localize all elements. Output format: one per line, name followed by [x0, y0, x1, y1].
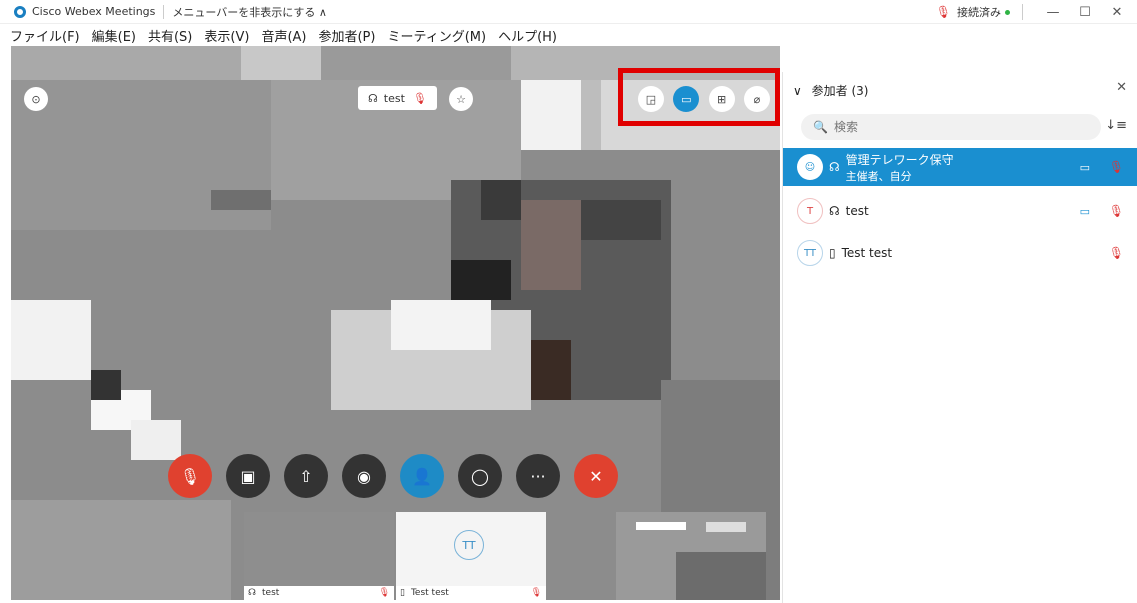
participants-icon: 👤 — [412, 466, 432, 486]
mic-muted-icon: 🎙 — [935, 5, 951, 19]
mic-muted-icon: 🎙 — [1108, 160, 1124, 174]
leave-button[interactable]: ✕ — [574, 454, 618, 498]
info-button[interactable]: ⊙ — [24, 87, 48, 111]
video-button[interactable]: ▣ — [226, 454, 270, 498]
speaker-name: test — [383, 91, 405, 105]
main-video[interactable]: ☊ test 🎙 TT ▯ Test test 🎙 — [11, 80, 780, 600]
mic-muted-icon: 🎙 — [1108, 204, 1124, 218]
webex-logo-icon — [14, 5, 26, 18]
avatar: TT — [454, 530, 484, 560]
share-icon: ⇧ — [299, 466, 313, 486]
thumb-label-test-test: ▯ Test test 🎙 — [396, 586, 546, 600]
app-title: Cisco Webex Meetings — [32, 5, 156, 18]
mic-muted-icon: 🎙 — [1108, 246, 1124, 260]
record-icon: ◉ — [357, 466, 371, 486]
meeting-controls: 🎙 ▣ ⇧ ◉ 👤 ◯ ··· ✕ — [168, 454, 632, 498]
menu-bar: ファイル(F) 編集(E) 共有(S) 表示(V) 音声(A) 参加者(P) ミ… — [0, 24, 1137, 46]
thumb-name-test-test: Test test — [410, 588, 449, 598]
menu-meeting[interactable]: ミーティング(M) — [387, 26, 486, 45]
participant-name: 管理テレワーク保守 — [845, 152, 954, 167]
mute-button[interactable]: 🎙 — [168, 454, 212, 498]
minimize-button[interactable]: — — [1041, 5, 1065, 20]
menu-share[interactable]: 共有(S) — [148, 26, 192, 45]
close-panel-button[interactable]: ✕ — [1116, 80, 1127, 95]
more-icon: ··· — [530, 466, 546, 486]
panel-title: 参加者 (3) — [811, 84, 869, 98]
search-icon: 🔍 — [813, 120, 828, 134]
hide-menubar-button[interactable]: メニューバーを非表示にする ∧ — [172, 4, 327, 20]
video-off-icon: ▣ — [240, 466, 256, 486]
participant-name: Test test — [841, 246, 893, 260]
participant-row[interactable]: TT ▯ Test test 🎙 — [783, 234, 1137, 272]
close-window-button[interactable]: ✕ — [1105, 5, 1129, 20]
participant-search[interactable]: 🔍 — [801, 114, 1101, 140]
more-button[interactable]: ··· — [516, 454, 560, 498]
active-speaker-tag: ☊ test 🎙 — [358, 86, 437, 110]
highlight-box — [618, 68, 780, 126]
menu-edit[interactable]: 編集(E) — [92, 26, 136, 45]
mic-muted-icon: 🎙 — [530, 588, 542, 598]
participant-row[interactable]: T ☊ test ▭ 🎙 — [783, 192, 1137, 230]
chat-button[interactable]: ◯ — [458, 454, 502, 498]
panel-header[interactable]: ∨ 参加者 (3) — [793, 82, 868, 99]
search-input[interactable] — [833, 120, 1074, 134]
chevron-down-icon: ∨ — [793, 84, 802, 98]
window-separator — [1022, 4, 1023, 20]
mic-muted-icon: 🎙 — [378, 588, 390, 598]
share-button[interactable]: ⇧ — [284, 454, 328, 498]
video-icon: ▭ — [1079, 160, 1090, 174]
participants-button[interactable]: 👤 — [400, 454, 444, 498]
menu-help[interactable]: ヘルプ(H) — [498, 26, 557, 45]
title-bar: Cisco Webex Meetings メニューバーを非表示にする ∧ 🎙 接… — [0, 0, 1137, 24]
title-separator — [163, 4, 165, 19]
connection-status[interactable]: 接続済み — [957, 4, 1001, 20]
sort-button[interactable]: ↓≡ — [1105, 118, 1127, 133]
mic-muted-icon: 🎙 — [412, 91, 427, 105]
record-button[interactable]: ◉ — [342, 454, 386, 498]
menu-participants[interactable]: 参加者(P) — [318, 26, 375, 45]
chat-icon: ◯ — [471, 466, 489, 486]
headset-icon: ☊ — [248, 588, 256, 598]
pin-speaker-button[interactable]: ☆ — [449, 87, 473, 111]
video-icon: ▭ — [1079, 204, 1090, 218]
avatar: TT — [797, 240, 823, 266]
thumb-strip: ☊ test 🎙 TT ▯ Test test 🎙 — [244, 512, 780, 600]
connection-dot-icon — [1005, 9, 1010, 15]
close-icon: ✕ — [589, 466, 603, 486]
maximize-button[interactable]: ☐ — [1073, 5, 1097, 20]
title-right: 🎙 接続済み — ☐ ✕ — [936, 0, 1137, 24]
headset-icon: ☊ — [368, 91, 378, 105]
headset-icon: ☊ — [829, 160, 840, 174]
participant-role: 主催者、自分 — [845, 169, 912, 183]
participants-panel: ∨ 参加者 (3) ✕ 🔍 ↓≡ ☺ ☊ 管理テレワーク保守 主催者、自分 ▭ … — [782, 72, 1137, 603]
participant-row[interactable]: ☺ ☊ 管理テレワーク保守 主催者、自分 ▭ 🎙 — [783, 148, 1137, 186]
menu-audio[interactable]: 音声(A) — [261, 26, 306, 45]
self-preview[interactable] — [616, 512, 766, 600]
phone-icon: ▯ — [829, 246, 836, 260]
participant-info: 管理テレワーク保守 主催者、自分 — [846, 151, 954, 184]
thumb-name-test: test — [262, 588, 280, 598]
thumb-label-test: ☊ test 🎙 — [244, 586, 394, 600]
avatar: ☺ — [797, 154, 823, 180]
mic-off-icon: 🎙 — [179, 466, 201, 486]
menu-file[interactable]: ファイル(F) — [10, 26, 80, 45]
phone-icon: ▯ — [400, 588, 405, 598]
avatar: T — [797, 198, 823, 224]
headset-icon: ☊ — [829, 204, 840, 218]
participant-name: test — [845, 204, 869, 218]
menu-view[interactable]: 表示(V) — [204, 26, 249, 45]
